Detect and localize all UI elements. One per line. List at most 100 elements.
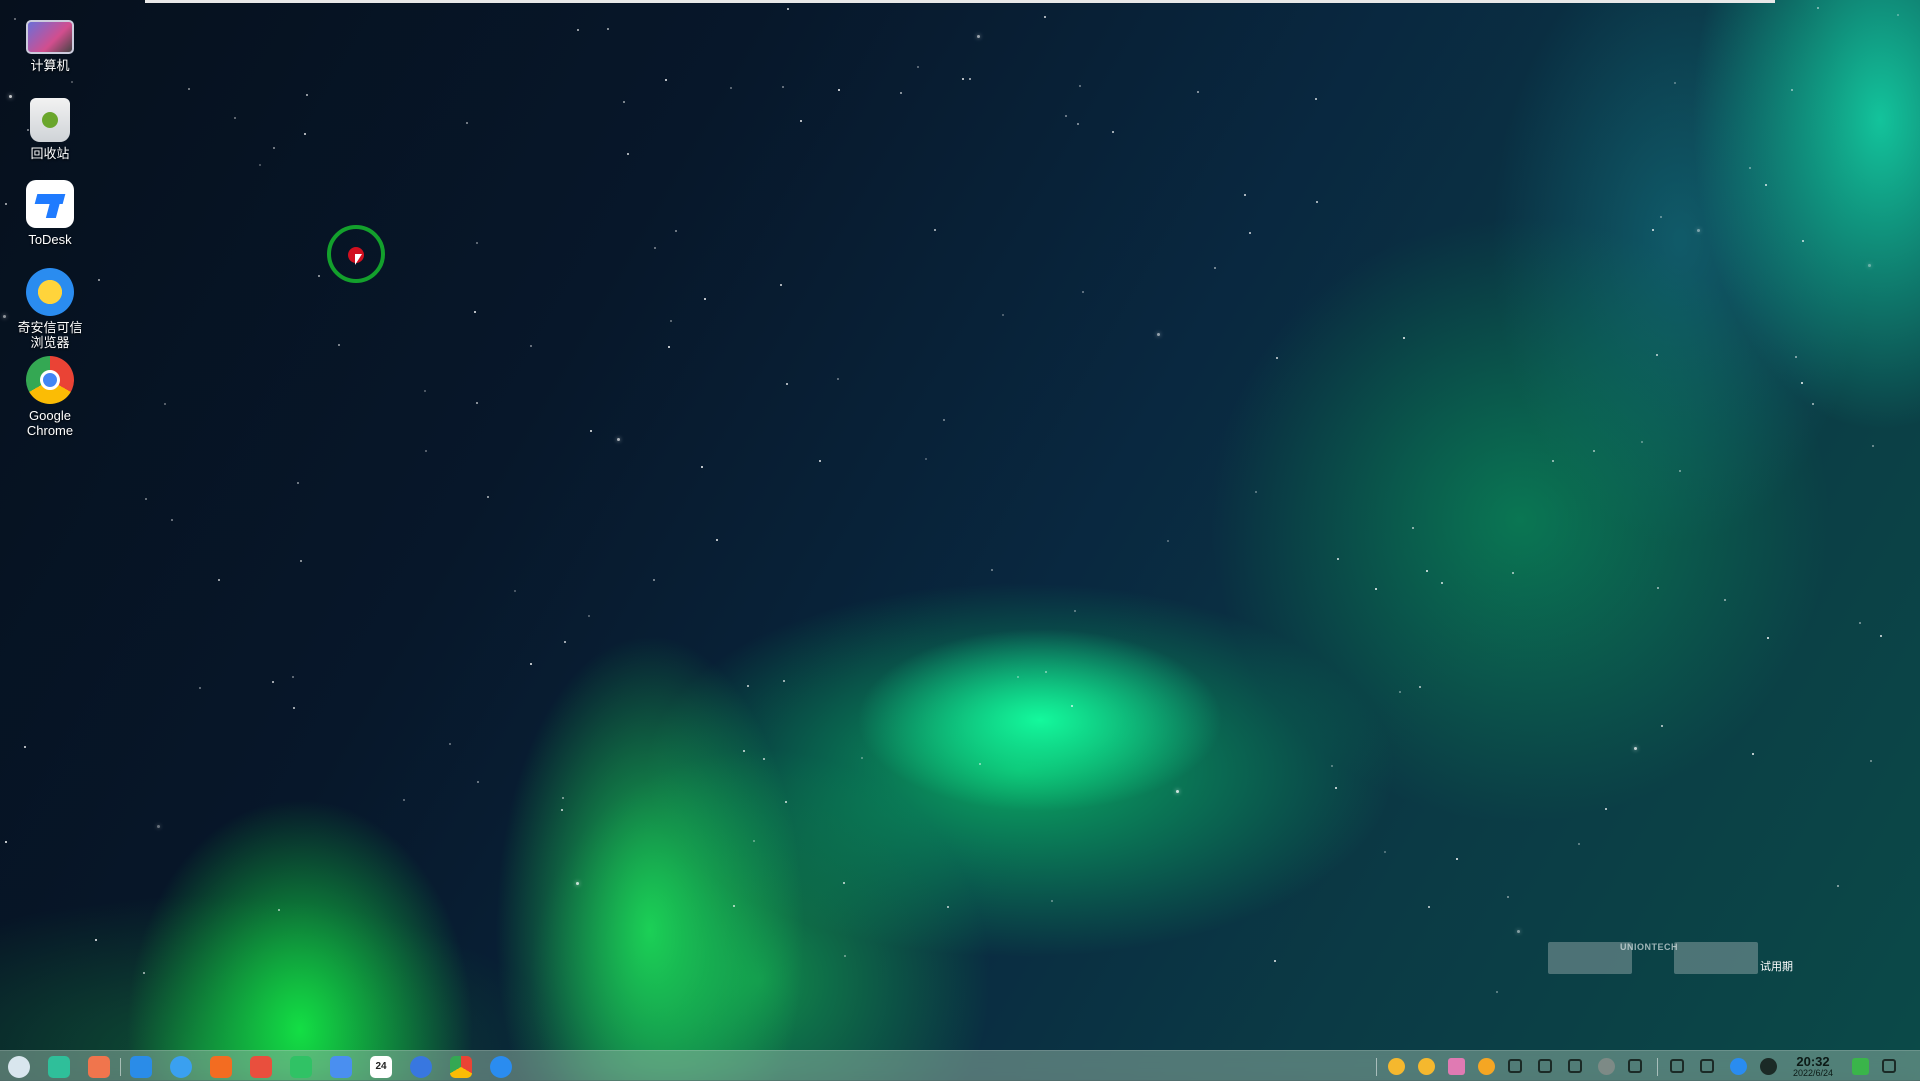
star [1419, 686, 1421, 688]
star [1657, 587, 1659, 589]
star [1017, 676, 1019, 678]
browser-icon[interactable] [170, 1056, 192, 1078]
system-watermark: UNIONTECH 试用期 [1548, 940, 1798, 980]
star [1812, 403, 1814, 405]
star [1197, 91, 1199, 93]
star [1077, 123, 1079, 125]
star [1674, 82, 1676, 84]
pen-icon[interactable] [1568, 1059, 1582, 1073]
power-icon[interactable] [1760, 1058, 1777, 1075]
star [1634, 747, 1637, 750]
star [71, 81, 73, 83]
star [188, 88, 190, 90]
appstore-icon[interactable] [88, 1056, 110, 1078]
launcher-icon[interactable] [8, 1056, 30, 1078]
star [466, 122, 468, 124]
star [1697, 229, 1700, 232]
desktop-icon-label: 回收站 [30, 146, 70, 161]
star [1441, 582, 1443, 584]
transfer-icon[interactable] [1508, 1059, 1522, 1073]
chat-icon[interactable] [1448, 1058, 1465, 1075]
bell-icon[interactable] [1882, 1059, 1896, 1073]
starfield [0, 0, 1920, 1080]
star [1157, 333, 1160, 336]
star [297, 482, 299, 484]
multitask-icon[interactable] [48, 1056, 70, 1078]
star [278, 909, 280, 911]
star [449, 743, 451, 745]
star [318, 275, 320, 277]
star [1375, 588, 1377, 590]
star [259, 164, 261, 166]
desktop-icon-chrome[interactable]: Google Chrome [0, 356, 100, 438]
chevron-right-icon[interactable] [1628, 1059, 1642, 1073]
cloud-icon[interactable] [1730, 1058, 1747, 1075]
star [627, 153, 629, 155]
settings-icon[interactable] [410, 1056, 432, 1078]
star [786, 383, 788, 385]
star [654, 247, 656, 249]
star [562, 797, 564, 799]
star [476, 402, 478, 404]
star [1255, 491, 1257, 493]
qianxin-tray-icon[interactable] [1388, 1058, 1405, 1075]
taskbar-separator [1657, 1058, 1658, 1076]
qianxin-browser-icon [26, 268, 74, 316]
document-icon[interactable] [330, 1056, 352, 1078]
star [1765, 184, 1767, 186]
trash-icon [30, 98, 70, 142]
star [730, 87, 732, 89]
star [747, 685, 749, 687]
folder-icon[interactable] [130, 1056, 152, 1078]
desktop-icon-todesk[interactable]: ToDesk [0, 180, 100, 247]
desktop-icon-label: ToDesk [28, 232, 72, 247]
star [272, 681, 274, 683]
volume-icon[interactable] [1538, 1059, 1552, 1073]
star [1795, 356, 1797, 358]
star [861, 757, 863, 759]
clock[interactable]: 20:32 2022/6/24 [1786, 1055, 1840, 1078]
star [843, 882, 845, 884]
market-icon[interactable] [210, 1056, 232, 1078]
star [477, 781, 479, 783]
desktop-icon-computer[interactable]: 计算机 [0, 12, 100, 73]
star [1384, 851, 1386, 853]
star [292, 676, 294, 678]
star [1578, 843, 1580, 845]
star [1652, 229, 1654, 231]
circle-icon[interactable] [1598, 1058, 1615, 1075]
qianxin-tray-icon[interactable] [1418, 1058, 1435, 1075]
alert-icon[interactable] [1478, 1058, 1495, 1075]
star [733, 905, 735, 907]
star [1002, 314, 1004, 316]
star [623, 101, 625, 103]
search-icon[interactable] [1670, 1059, 1684, 1073]
star [668, 346, 670, 348]
star [157, 825, 160, 828]
star [577, 29, 579, 31]
star [1656, 354, 1658, 356]
star [1082, 291, 1084, 293]
star [1399, 691, 1401, 693]
star [530, 345, 532, 347]
star [474, 311, 476, 313]
image-icon[interactable] [250, 1056, 272, 1078]
taskbar: 20:32 2022/6/24 24 [0, 1050, 1920, 1081]
star [218, 579, 220, 581]
shield-icon[interactable] [1852, 1058, 1869, 1075]
qianxin-browser-icon[interactable] [490, 1056, 512, 1078]
star [1335, 787, 1337, 789]
calendar-icon[interactable]: 24 [370, 1056, 392, 1078]
star [1752, 753, 1754, 755]
desktop-icon-qianxin-browser[interactable]: 奇安信可信 浏览器 [0, 268, 100, 350]
keyboard-icon[interactable] [1700, 1059, 1714, 1073]
star [1837, 885, 1839, 887]
star [487, 496, 489, 498]
desktop-icon-trash[interactable]: 回收站 [0, 98, 100, 161]
chrome-icon[interactable] [450, 1056, 472, 1078]
music-icon[interactable] [290, 1056, 312, 1078]
star [763, 758, 765, 760]
star [1641, 441, 1643, 443]
star [145, 498, 147, 500]
star [838, 89, 840, 91]
